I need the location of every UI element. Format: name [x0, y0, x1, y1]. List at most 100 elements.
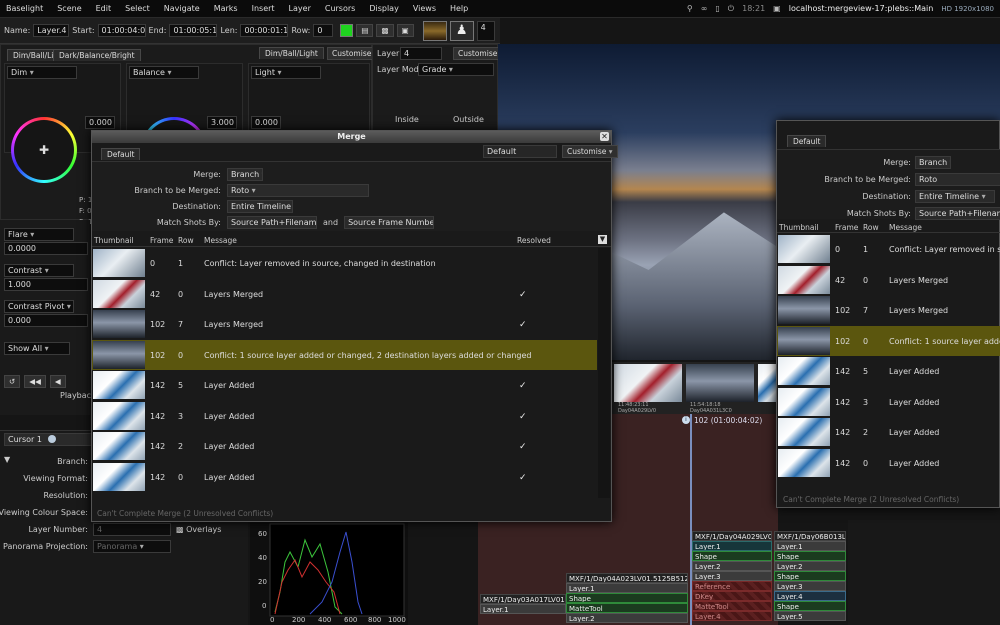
stack-layer[interactable]: Shape [774, 601, 846, 611]
table-row[interactable]: 142 2 Layer Added ✓ [92, 431, 597, 461]
green-swatch[interactable] [340, 24, 354, 37]
menu-views[interactable]: Views [406, 0, 443, 18]
menu-scene[interactable]: Scene [50, 0, 88, 18]
menu-display[interactable]: Display [362, 0, 406, 18]
layer-mode-select[interactable]: Grade [418, 63, 494, 76]
row-resolved-check[interactable]: ✓ [519, 290, 527, 300]
menu-brand[interactable]: Baselight [0, 0, 50, 18]
layer-number-field[interactable]: 4 [93, 523, 171, 536]
show-all-select[interactable]: Show All [4, 342, 70, 355]
merge-select[interactable]: Branch [227, 168, 263, 181]
clip-thumb-1[interactable] [614, 364, 682, 402]
stack-title[interactable]: MXF/1/Day04A029LV01.51 [692, 531, 772, 541]
stack-layer[interactable]: Shape [692, 551, 772, 561]
collapse-icon[interactable]: ▼ [4, 455, 10, 464]
merge2-branch-select[interactable]: Roto [915, 173, 1000, 186]
row-resolved-check[interactable]: ✓ [519, 381, 527, 391]
overlays-toggle[interactable]: ▩ Overlays [176, 525, 221, 534]
contrast-select[interactable]: Contrast [4, 264, 74, 277]
light-select[interactable]: Light [251, 66, 321, 79]
tool-button-3[interactable]: ▣ [396, 24, 414, 37]
stack-layer[interactable]: Shape [774, 551, 846, 561]
stack-layer[interactable]: DKey [692, 591, 772, 601]
balance-select[interactable]: Balance [129, 66, 199, 79]
tab-dark-balance-bright[interactable]: Dark/Balance/Bright [53, 49, 141, 61]
row-resolved-check[interactable]: ✓ [519, 442, 527, 452]
light-value[interactable]: 0.000 [251, 116, 281, 129]
merge-preset-field[interactable]: Default [483, 145, 557, 158]
start-field[interactable]: 01:00:04:02 [97, 24, 146, 37]
power-icon[interactable]: ⏻ [728, 4, 734, 14]
merge-dialog-titlebar[interactable]: Merge ✕ [92, 131, 611, 143]
merge-customise-button[interactable]: Customise [562, 145, 618, 158]
col-thumbnail[interactable]: Thumbnail [779, 223, 819, 232]
table-row[interactable]: 142 5 Layer Added ✓ [92, 370, 597, 400]
table-row[interactable]: 102 0 Conflict: 1 source layer added or c [777, 325, 1000, 356]
person-silhouette-icon[interactable]: ♟ [449, 20, 474, 41]
cursor-slider-knob[interactable] [48, 435, 56, 443]
col-message[interactable]: Message [889, 223, 922, 232]
balance-value[interactable]: 3.000 [207, 116, 237, 129]
search-icon[interactable]: ⚲ [687, 4, 693, 13]
col-message[interactable]: Message [204, 236, 237, 245]
row-resolved-check[interactable]: ✓ [519, 412, 527, 422]
stack-title[interactable]: MXF/1/Day06B013LV01 [774, 531, 846, 541]
col-row[interactable]: Row [863, 223, 879, 232]
menu-marks[interactable]: Marks [207, 0, 245, 18]
stack-layer[interactable]: Layer.4 [774, 591, 846, 601]
merge2-match-select[interactable]: Source Path+Filename [915, 207, 1000, 220]
table-row[interactable]: 142 5 Layer Added [777, 356, 1000, 386]
stack-layer[interactable]: Layer.1 [774, 541, 846, 551]
stack-layer[interactable]: Layer.4 [692, 611, 772, 621]
stack-layer[interactable]: Layer.1 [566, 583, 688, 593]
stack-layer[interactable]: Shape [566, 593, 688, 603]
contrast-value[interactable]: 1.000 [4, 278, 88, 291]
contrast-pivot-value[interactable]: 0.000 [4, 314, 88, 327]
col-frame[interactable]: Frame [150, 236, 173, 245]
stack-layer[interactable]: Layer.2 [692, 561, 772, 571]
stack-layer[interactable]: Layer.3 [774, 581, 846, 591]
playhead-info-icon[interactable]: i [682, 416, 690, 424]
stack-layer[interactable]: Layer.1 [480, 604, 566, 614]
table-row[interactable]: 0 1 Conflict: Layer removed in source, cha… [92, 248, 597, 278]
stack-layer[interactable]: MatteTool [566, 603, 688, 613]
menu-insert[interactable]: Insert [245, 0, 282, 18]
stack-layer[interactable]: Layer.3 [692, 571, 772, 581]
panorama-select[interactable]: Panorama [93, 540, 171, 553]
merge2-dest-select[interactable]: Entire Timeline [915, 190, 995, 203]
table-row[interactable]: 142 3 Layer Added [777, 387, 1000, 417]
table-row[interactable]: 102 0 Conflict: 1 source layer added or ch… [92, 339, 597, 370]
layer-field[interactable]: 4 [400, 47, 442, 60]
merge-tab-default[interactable]: Default [101, 148, 141, 160]
match-shots-select[interactable]: Source Path+Filename [227, 216, 317, 229]
row-resolved-check[interactable]: ✓ [519, 473, 527, 483]
dim-value[interactable]: 0.000 [85, 116, 115, 129]
stack-layer[interactable]: Layer.2 [774, 561, 846, 571]
layer-count-field[interactable]: 4 [476, 20, 495, 41]
flare-value[interactable]: 0.0000 [4, 242, 88, 255]
merge2-merge-select[interactable]: Branch [915, 156, 951, 169]
contrast-pivot-select[interactable]: Contrast Pivot [4, 300, 74, 313]
tool-button-1[interactable]: ▤ [356, 24, 374, 37]
table-row[interactable]: 142 2 Layer Added [777, 417, 1000, 447]
tab-dim-ball-light-2[interactable]: Dim/Ball/Light [259, 47, 324, 59]
menu-edit[interactable]: Edit [89, 0, 119, 18]
merge2-tab-default[interactable]: Default [787, 135, 827, 147]
wheel-center-icon[interactable]: ✚ [39, 143, 49, 157]
close-icon[interactable]: ✕ [600, 132, 609, 141]
stack-title[interactable]: MXF/1/Day03A017LV01.5125 [480, 594, 566, 604]
stack-title[interactable]: MXF/1/Day04A023LV01.5125B5125B441 [566, 573, 688, 583]
end-field[interactable]: 01:00:05:17 [169, 24, 218, 37]
branch-to-merge-select[interactable]: Roto [227, 184, 369, 197]
col-row[interactable]: Row [178, 236, 194, 245]
table-row[interactable]: 142 3 Layer Added ✓ [92, 401, 597, 431]
prev-button[interactable]: ◀◀ [24, 375, 46, 388]
link-icon[interactable]: ∞ [701, 4, 708, 13]
stack-layer[interactable]: Shape [774, 571, 846, 581]
mona-lisa-thumb[interactable] [422, 20, 447, 41]
table-row[interactable]: 142 0 Layer Added ✓ [92, 462, 597, 492]
dim-select[interactable]: Dim [7, 66, 77, 79]
len-field[interactable]: 00:00:01:15 [240, 24, 289, 37]
name-field[interactable]: Layer.4 [33, 24, 70, 37]
column-menu-icon[interactable]: ▼ [598, 235, 607, 244]
